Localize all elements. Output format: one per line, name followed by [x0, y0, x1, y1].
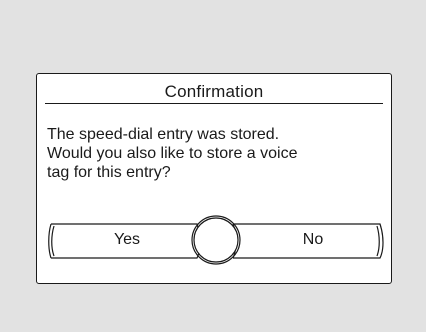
- yes-button-label: Yes: [113, 231, 141, 248]
- no-button-label: No: [302, 231, 324, 248]
- confirmation-dialog: Confirmation The speed-dial entry was st…: [36, 73, 392, 284]
